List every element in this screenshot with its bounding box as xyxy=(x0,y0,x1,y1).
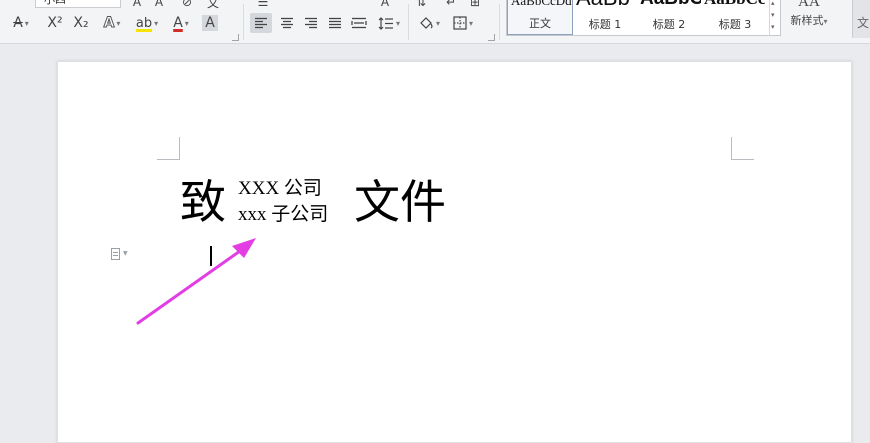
arrow-shaft xyxy=(136,249,242,325)
annotation-arrow xyxy=(136,238,256,325)
